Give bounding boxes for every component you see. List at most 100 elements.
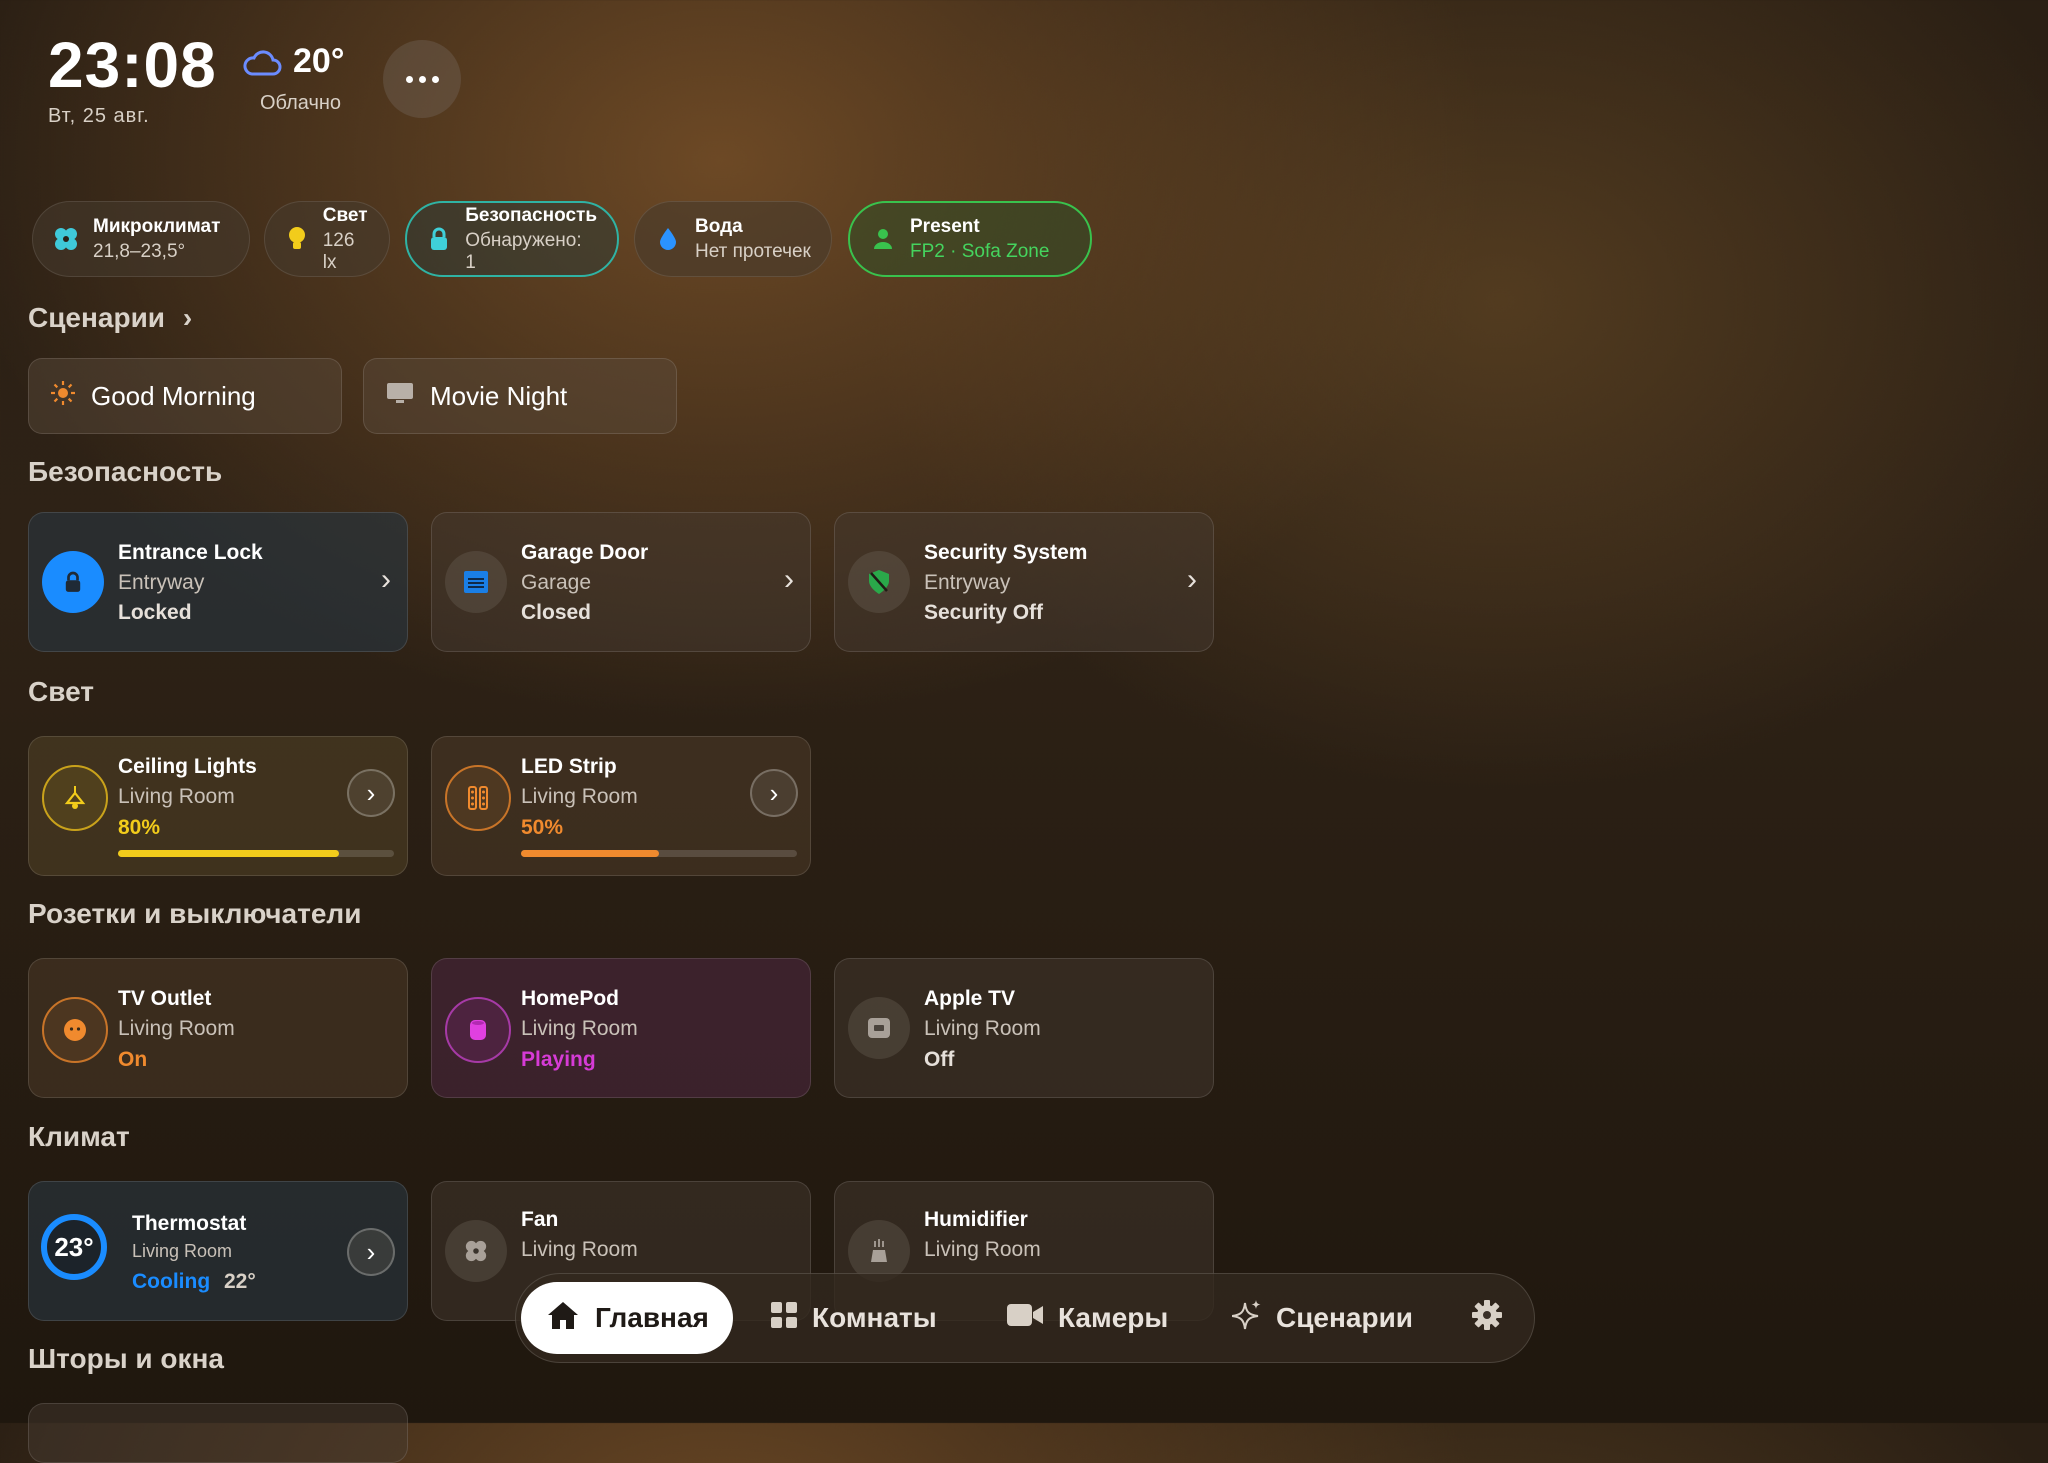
brightness-bar[interactable] xyxy=(521,850,797,857)
scene-good-morning[interactable]: Good Morning xyxy=(28,358,342,434)
brightness-bar[interactable] xyxy=(118,850,394,857)
lock-icon xyxy=(427,226,451,252)
device-card-led-strip[interactable]: LED Strip Living Room 50% › xyxy=(431,736,811,876)
nav-home[interactable]: Главная xyxy=(521,1282,733,1354)
outlet-icon xyxy=(42,997,108,1063)
thermostat-mode: Cooling xyxy=(132,1270,211,1293)
section-title-blinds: Шторы и окна xyxy=(28,1343,224,1374)
scene-label: Good Morning xyxy=(91,380,256,411)
chip-value: Нет протечек xyxy=(695,240,811,262)
scene-label: Movie Night xyxy=(430,380,568,411)
homepod-icon xyxy=(445,997,511,1063)
brightness-fill xyxy=(118,850,339,857)
nav-scenes[interactable]: Сценарии xyxy=(1231,1282,1413,1354)
bulb-icon xyxy=(285,226,309,252)
device-room: Entryway xyxy=(924,571,1011,594)
chip-title: Микроклимат xyxy=(93,215,221,237)
cloud-icon xyxy=(243,50,282,76)
chevron-right-icon: › xyxy=(182,302,193,333)
device-name: Security System xyxy=(924,541,1088,564)
more-button[interactable] xyxy=(383,40,461,118)
device-card-homepod[interactable]: HomePod Living Room Playing xyxy=(431,958,811,1098)
device-card-thermostat[interactable]: 23° Thermostat Living Room Cooling 22° › xyxy=(28,1181,408,1321)
device-name: Fan xyxy=(521,1208,559,1231)
device-name: Apple TV xyxy=(924,987,1016,1010)
device-room: Living Room xyxy=(924,1017,1041,1040)
fan-icon xyxy=(445,1220,507,1282)
drop-icon xyxy=(655,226,681,252)
chip-value: 126 lx xyxy=(322,229,355,273)
device-room: Living Room xyxy=(132,1241,233,1261)
sparkle-icon xyxy=(1231,1299,1262,1338)
device-card-entrance-lock[interactable]: Entrance Lock Entryway Locked › xyxy=(28,512,408,652)
chip-water[interactable]: Вода Нет протечек xyxy=(634,201,832,277)
bottom-nav: Главная Комнаты Камеры Сценарии xyxy=(515,1273,1535,1363)
device-room: Entryway xyxy=(118,571,205,594)
device-room: Living Room xyxy=(118,785,235,808)
device-card-tv-outlet[interactable]: TV Outlet Living Room On xyxy=(28,958,408,1098)
chip-presence[interactable]: Present FP2 · Sofa Zone xyxy=(848,201,1092,277)
chip-climate[interactable]: Микроклимат 21,8–23,5° xyxy=(32,201,250,277)
ceiling-lamp-icon xyxy=(42,765,108,831)
device-state: Playing xyxy=(521,1048,596,1071)
device-name: Humidifier xyxy=(924,1208,1028,1231)
device-room: Living Room xyxy=(521,1238,638,1261)
garage-icon xyxy=(445,551,507,613)
thermostat-dial: 23° xyxy=(41,1214,107,1280)
device-name: Entrance Lock xyxy=(118,541,263,564)
chevron-right-icon[interactable]: › xyxy=(347,1228,395,1276)
device-room: Garage xyxy=(521,571,592,594)
chip-title: Вода xyxy=(695,215,743,237)
device-card-blinds[interactable] xyxy=(28,1403,408,1463)
device-card-apple-tv[interactable]: Apple TV Living Room Off xyxy=(834,958,1214,1098)
section-title-scenes[interactable]: Сценарии › xyxy=(28,302,192,334)
device-card-security-system[interactable]: Security System Entryway Security Off › xyxy=(834,512,1214,652)
section-title-security: Безопасность xyxy=(28,456,223,487)
chevron-right-icon[interactable]: › xyxy=(784,563,794,597)
nav-label: Камеры xyxy=(1058,1302,1169,1333)
device-state: On xyxy=(118,1048,148,1071)
device-state: Security Off xyxy=(924,601,1044,624)
clock-date: Вт, 25 авг. xyxy=(48,105,150,127)
scene-movie-night[interactable]: Movie Night xyxy=(363,358,677,434)
chip-light[interactable]: Свет 126 lx xyxy=(264,201,390,277)
device-name: Thermostat xyxy=(132,1212,247,1235)
person-icon xyxy=(870,226,896,252)
shield-icon xyxy=(848,551,910,613)
chip-title: Свет xyxy=(322,204,368,226)
thermostat-current: 23° xyxy=(54,1231,94,1262)
lock-icon xyxy=(42,551,104,613)
ellipsis-icon xyxy=(405,75,413,83)
appletv-icon xyxy=(848,997,910,1059)
chip-title: Безопасность xyxy=(465,204,597,226)
device-name: LED Strip xyxy=(521,755,617,778)
device-state: 50% xyxy=(521,816,564,839)
chip-security[interactable]: Безопасность Обнаружено: 1 xyxy=(405,201,619,277)
nav-settings[interactable] xyxy=(1471,1282,1503,1354)
fan-icon xyxy=(53,226,79,252)
gear-icon xyxy=(1471,1299,1503,1338)
device-state: Locked xyxy=(118,601,192,624)
chevron-right-icon[interactable]: › xyxy=(750,769,798,817)
device-state: Off xyxy=(924,1048,955,1071)
nav-rooms[interactable]: Комнаты xyxy=(770,1282,937,1354)
device-name: Ceiling Lights xyxy=(118,755,257,778)
device-card-garage-door[interactable]: Garage Door Garage Closed › xyxy=(431,512,811,652)
device-name: Garage Door xyxy=(521,541,649,564)
chevron-right-icon[interactable]: › xyxy=(1187,563,1197,597)
chip-value: Обнаружено: 1 xyxy=(465,229,582,273)
device-room: Living Room xyxy=(924,1238,1041,1261)
device-room: Living Room xyxy=(521,785,638,808)
weather-condition: Облачно xyxy=(260,92,342,114)
thermostat-target: 22° xyxy=(224,1270,256,1293)
device-room: Living Room xyxy=(521,1017,638,1040)
chip-title: Present xyxy=(910,215,980,237)
nav-cameras[interactable]: Камеры xyxy=(1006,1282,1168,1354)
device-card-ceiling-lights[interactable]: Ceiling Lights Living Room 80% › xyxy=(28,736,408,876)
camera-icon xyxy=(1006,1302,1044,1335)
chevron-right-icon[interactable]: › xyxy=(381,563,391,597)
chevron-right-icon[interactable]: › xyxy=(347,769,395,817)
grid-icon xyxy=(770,1301,798,1336)
device-name: TV Outlet xyxy=(118,987,212,1010)
section-title-outlets: Розетки и выключатели xyxy=(28,898,362,929)
